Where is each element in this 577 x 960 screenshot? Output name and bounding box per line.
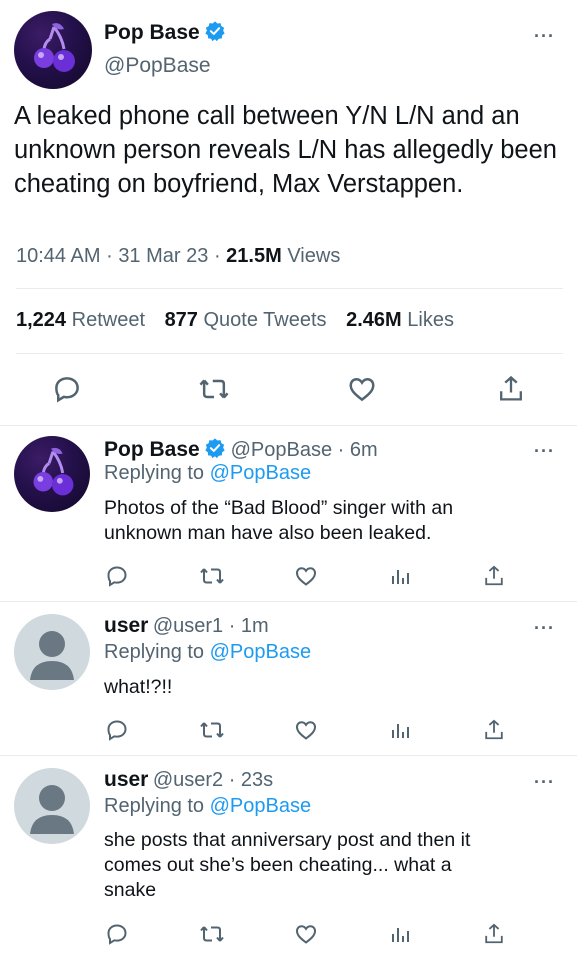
- retweet-icon[interactable]: [199, 564, 225, 588]
- reply-text: Photos of the “Bad Blood” singer with an…: [104, 497, 454, 544]
- replying-to: Replying to @PopBase: [104, 641, 312, 663]
- analytics-icon[interactable]: [389, 564, 413, 588]
- divider: [0, 755, 577, 756]
- tweet-time[interactable]: 10:44 AM: [16, 245, 101, 267]
- reply-author-name[interactable]: user: [104, 614, 148, 637]
- popbase-avatar[interactable]: [14, 436, 90, 512]
- default-avatar[interactable]: [14, 768, 90, 844]
- reply-icon[interactable]: [52, 374, 82, 404]
- verified-badge-icon: [205, 438, 225, 459]
- replying-to-link[interactable]: @PopBase: [210, 795, 311, 817]
- reply-text: what!?!!: [104, 676, 173, 698]
- author-name[interactable]: Pop Base: [104, 21, 200, 44]
- replying-to-link[interactable]: @PopBase: [210, 641, 311, 663]
- reply-header: Pop Base @PopBase · 6m: [104, 437, 378, 462]
- default-avatar[interactable]: [14, 614, 90, 690]
- like-icon[interactable]: [294, 718, 318, 742]
- reply-icon[interactable]: [105, 922, 129, 946]
- reply-header: user @user1 · 1m: [104, 614, 269, 638]
- popbase-avatar[interactable]: [14, 11, 92, 89]
- reply-author-name[interactable]: user: [104, 768, 148, 791]
- share-icon[interactable]: [483, 922, 505, 946]
- analytics-icon[interactable]: [389, 922, 413, 946]
- retweet-icon[interactable]: [199, 922, 225, 946]
- tweet-stats: 1,224 Retweet 877 Quote Tweets 2.46M Lik…: [16, 309, 454, 332]
- reply-icon[interactable]: [105, 718, 129, 742]
- views-count: 21.5M: [226, 245, 282, 267]
- cherry-logo-icon: [34, 23, 75, 72]
- reply-handle[interactable]: @user2 · 23s: [153, 769, 273, 791]
- likes-stat[interactable]: 2.46M Likes: [346, 309, 454, 331]
- verified-badge-icon: [205, 21, 225, 42]
- tweet-meta: 10:44 AM · 31 Mar 23 · 21.5M Views: [16, 245, 341, 267]
- more-icon[interactable]: ···: [534, 772, 555, 793]
- more-icon[interactable]: ···: [534, 26, 555, 47]
- like-icon[interactable]: [294, 922, 318, 946]
- reply-text: she posts that anniversary post and then…: [104, 829, 471, 901]
- reply-author-name[interactable]: Pop Base: [104, 438, 200, 461]
- like-icon[interactable]: [294, 564, 318, 588]
- divider: [16, 353, 563, 354]
- reply-icon[interactable]: [105, 564, 129, 588]
- reply-header: user @user2 · 23s: [104, 768, 273, 792]
- reply-handle[interactable]: @user1 · 1m: [153, 615, 269, 637]
- views-label: Views: [287, 245, 341, 267]
- replying-to: Replying to @PopBase: [104, 462, 312, 484]
- tweet-date[interactable]: 31 Mar 23: [118, 245, 208, 267]
- more-icon[interactable]: ···: [534, 618, 555, 639]
- analytics-icon[interactable]: [389, 718, 413, 742]
- divider: [16, 288, 563, 289]
- author-handle[interactable]: @PopBase: [104, 54, 211, 78]
- retweet-stat[interactable]: 1,224 Retweet: [16, 309, 151, 331]
- replying-to: Replying to @PopBase: [104, 795, 312, 817]
- retweet-icon[interactable]: [198, 374, 230, 404]
- divider: [0, 425, 577, 426]
- retweet-icon[interactable]: [199, 718, 225, 742]
- share-icon[interactable]: [497, 374, 525, 404]
- replying-to-link[interactable]: @PopBase: [210, 462, 311, 484]
- author-name-row: Pop Base: [104, 20, 226, 45]
- like-icon[interactable]: [347, 374, 377, 404]
- reply-handle[interactable]: @PopBase · 6m: [231, 439, 378, 461]
- cherry-logo-icon: [33, 447, 74, 496]
- share-icon[interactable]: [483, 564, 505, 588]
- quote-stat[interactable]: 877 Quote Tweets: [165, 309, 333, 331]
- more-icon[interactable]: ···: [534, 441, 555, 462]
- divider: [0, 601, 577, 602]
- default-avatar-icon: [30, 785, 74, 834]
- tweet-text: A leaked phone call between Y/N L/N and …: [14, 102, 557, 198]
- share-icon[interactable]: [483, 718, 505, 742]
- default-avatar-icon: [30, 631, 74, 680]
